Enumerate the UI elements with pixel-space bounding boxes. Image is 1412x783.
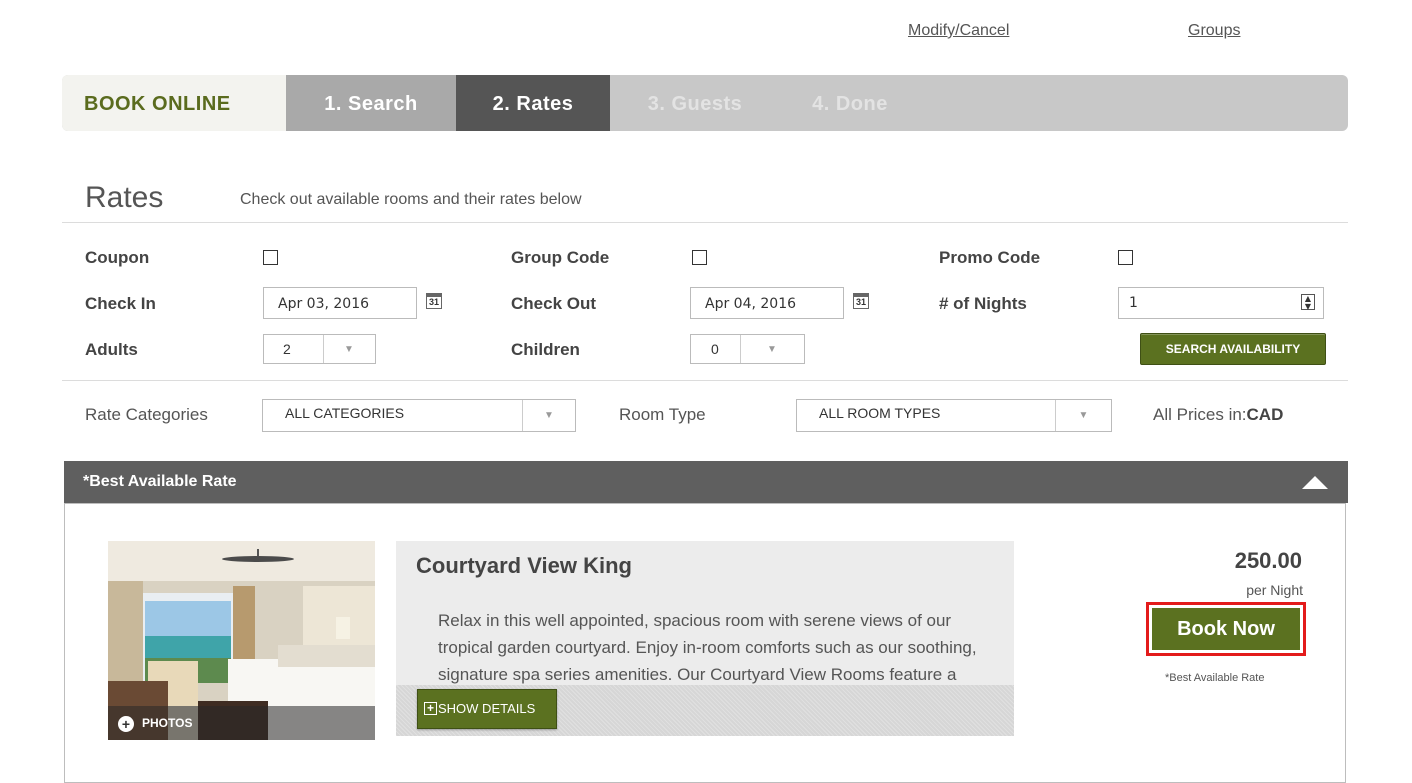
check-out-calendar-icon[interactable]: 31 (853, 293, 869, 309)
coupon-label: Coupon (85, 248, 150, 267)
room-type-select[interactable]: ALL ROOM TYPES ▼ (796, 399, 1112, 432)
show-details-button[interactable]: + SHOW DETAILS (417, 689, 557, 729)
room-photo[interactable]: + PHOTOS (108, 541, 375, 740)
room-description: Relax in this well appointed, spacious r… (438, 611, 977, 684)
room-name: Courtyard View King (416, 553, 632, 578)
group-code-checkbox[interactable] (692, 250, 707, 265)
plus-circle-icon: + (118, 715, 134, 732)
coupon-checkbox[interactable] (263, 250, 278, 265)
per-night-label: per Night (1246, 582, 1303, 598)
rate-categories-select[interactable]: ALL CATEGORIES ▼ (262, 399, 576, 432)
search-availability-button[interactable]: SEARCH AVAILABILITY (1140, 333, 1326, 365)
booking-steps-bar: BOOK ONLINE 1. Search 2. Rates 3. Guests… (62, 75, 1348, 131)
groups-link[interactable]: Groups (1188, 22, 1240, 40)
prices-label: All Prices in: (1153, 405, 1247, 424)
check-out-input[interactable]: Apr 04, 2016 (690, 287, 844, 319)
group-code-label: Group Code (511, 248, 610, 267)
book-online-label: BOOK ONLINE (62, 75, 286, 131)
page-title: Rates (85, 181, 164, 214)
collapse-triangle-icon[interactable] (1302, 476, 1328, 489)
chevron-down-icon: ▼ (767, 343, 777, 355)
book-now-button[interactable]: Book Now (1146, 602, 1306, 656)
best-rate-note: *Best Available Rate (1165, 672, 1265, 684)
room-type-label: Room Type (619, 405, 706, 424)
photos-label: PHOTOS (142, 716, 193, 730)
adults-value: 2 (264, 335, 324, 363)
chevron-down-icon: ▼ (344, 343, 354, 355)
step-done: 4. Done (812, 93, 888, 115)
check-in-input[interactable]: Apr 03, 2016 (263, 287, 417, 319)
children-label: Children (511, 340, 580, 359)
step-search[interactable]: 1. Search (286, 75, 456, 131)
nights-stepper[interactable]: 1 ▲ ▼ (1118, 287, 1324, 319)
prices-currency: All Prices in:CAD (1153, 405, 1283, 425)
modify-cancel-link[interactable]: Modify/Cancel (908, 22, 1009, 40)
nights-label: # of Nights (939, 294, 1027, 313)
divider (62, 222, 1348, 223)
check-in-calendar-icon[interactable]: 31 (426, 293, 442, 309)
check-in-label: Check In (85, 294, 156, 313)
expand-plus-icon: + (424, 702, 437, 715)
photos-button[interactable]: + PHOTOS (108, 706, 375, 740)
chevron-down-icon: ▼ (1078, 410, 1089, 421)
promo-code-checkbox[interactable] (1118, 250, 1133, 265)
adults-label: Adults (85, 340, 138, 359)
step-guests: 3. Guests (647, 93, 743, 115)
rate-section-header[interactable]: *Best Available Rate (64, 461, 1348, 503)
promo-code-label: Promo Code (939, 248, 1041, 267)
currency-code: CAD (1246, 405, 1284, 424)
book-now-label: Book Now (1152, 608, 1300, 650)
check-out-label: Check Out (511, 294, 597, 313)
rate-categories-label: Rate Categories (85, 405, 208, 424)
children-value: 0 (691, 335, 741, 363)
nights-value: 1 (1129, 295, 1138, 311)
room-type-value: ALL ROOM TYPES (797, 400, 1056, 431)
stepper-arrows-icon[interactable]: ▲ ▼ (1301, 294, 1315, 311)
page-subtitle: Check out available rooms and their rate… (240, 191, 582, 208)
adults-select[interactable]: 2 ▼ (263, 334, 376, 364)
rate-categories-value: ALL CATEGORIES (263, 400, 523, 431)
divider (62, 380, 1348, 381)
chevron-down-icon: ▼ (544, 410, 554, 421)
step-rates[interactable]: 2. Rates (456, 75, 610, 131)
children-select[interactable]: 0 ▼ (690, 334, 805, 364)
rate-section-title: *Best Available Rate (83, 473, 237, 490)
room-price: 250.00 (1234, 548, 1302, 573)
show-details-label: SHOW DETAILS (438, 701, 536, 716)
